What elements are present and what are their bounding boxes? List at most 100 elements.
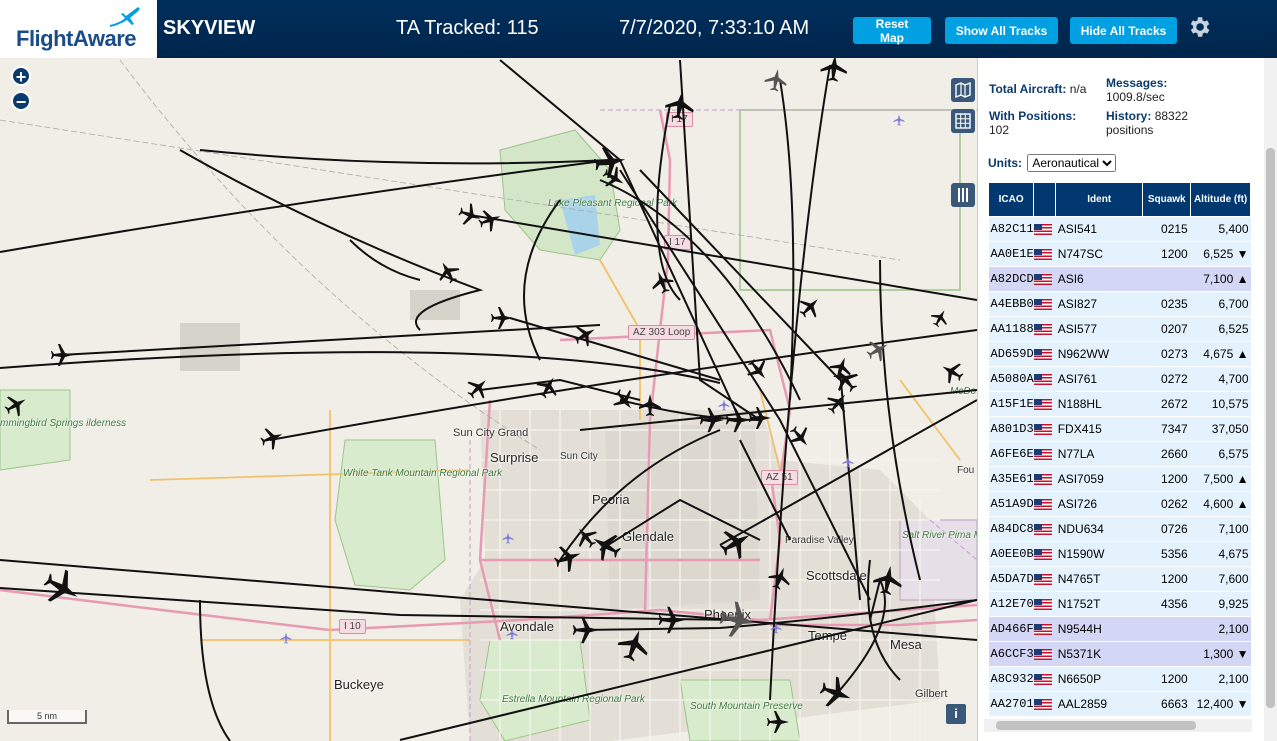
app-title: SKYVIEW <box>163 17 256 39</box>
col-flag[interactable] <box>1033 182 1057 217</box>
with-positions-stat: With Positions: 102 <box>989 109 1076 137</box>
zoom-in-button[interactable]: + <box>11 66 31 87</box>
col-icao[interactable]: ICAO <box>987 182 1035 217</box>
cell-icao: A6FE6E <box>988 441 1034 467</box>
col-altitude[interactable]: Altitude (ft) <box>1190 182 1251 217</box>
flightaware-logo[interactable]: FlightAware <box>0 0 157 58</box>
table-row[interactable]: AD466F N9544H 2,100 <box>988 616 1251 642</box>
cell-icao: A4EBB0 <box>988 291 1034 317</box>
us-flag-icon <box>1033 324 1052 336</box>
altitude-value: 7,100 <box>1203 272 1234 286</box>
altitude-value: 4,675 <box>1218 547 1249 561</box>
cell-flag <box>1033 441 1056 467</box>
zoom-out-button[interactable]: − <box>11 91 31 112</box>
cell-ident: ASI7059 <box>1055 466 1143 492</box>
cell-ident: N1752T <box>1055 591 1143 617</box>
cell-squawk: 0215 <box>1142 216 1191 242</box>
col-ident[interactable]: Ident <box>1055 182 1144 217</box>
us-flag-icon <box>1033 499 1052 511</box>
cell-icao: A0EE0B <box>988 541 1034 567</box>
hide-all-tracks-button[interactable]: Hide All Tracks <box>1070 17 1177 44</box>
with-positions-value: 102 <box>989 123 1010 137</box>
with-positions-label: With Positions: <box>989 109 1077 123</box>
grid-icon[interactable] <box>951 109 975 133</box>
cell-flag <box>1033 391 1056 417</box>
horizontal-scroll-thumb[interactable] <box>996 721 1196 730</box>
table-row[interactable]: AA0E1E N747SC 1200 6,525 ▼ <box>988 241 1251 267</box>
units-row: Units: Aeronautical <box>988 154 1117 172</box>
us-flag-icon <box>1033 274 1052 286</box>
cell-squawk: 1200 <box>1142 466 1191 492</box>
table-row[interactable]: A82DCD ASI6 7,100 ▲ <box>988 266 1251 292</box>
messages-label: Messages: <box>1106 76 1168 90</box>
us-flag-icon <box>1033 699 1052 711</box>
table-row[interactable]: AA2701 AAL2859 6663 12,400 ▼ <box>988 691 1251 717</box>
table-row[interactable]: A0EE0B N1590W 5356 4,675 <box>988 541 1251 567</box>
cell-ident: NDU634 <box>1055 516 1143 542</box>
altitude-value: 1,300 <box>1203 647 1234 661</box>
messages-stat: Messages: 1009.8/sec <box>1106 76 1167 104</box>
vertical-scroll-thumb[interactable] <box>1266 148 1275 708</box>
top-bar: FlightAware SKYVIEW TA Tracked: 115 7/7/… <box>0 0 1277 58</box>
cell-ident: N188HL <box>1055 391 1143 417</box>
table-row[interactable]: A6FE6E N77LA 2660 6,575 <box>988 441 1251 467</box>
cell-ident: N6650P <box>1055 666 1143 692</box>
tracked-count: TA Tracked: 115 <box>396 17 539 39</box>
aircraft-layer[interactable] <box>0 58 977 741</box>
table-row[interactable]: A51A9D ASI726 0262 4,600 ▲ <box>988 491 1251 517</box>
units-select[interactable]: Aeronautical <box>1027 154 1117 172</box>
table-row[interactable]: A35E61 ASI7059 1200 7,500 ▲ <box>988 466 1251 492</box>
table-row[interactable]: A4EBB0 ASI827 0235 6,700 <box>988 291 1251 317</box>
table-row[interactable]: A5080A ASI761 0272 4,700 <box>988 366 1251 392</box>
gear-icon[interactable] <box>1186 14 1212 40</box>
cell-flag <box>1033 666 1056 692</box>
table-row[interactable]: A82C11 ASI541 0215 5,400 <box>988 216 1251 242</box>
units-label: Units: <box>988 156 1022 170</box>
table-row[interactable]: A12E70 N1752T 4356 9,925 <box>988 591 1251 617</box>
table-row[interactable]: A5DA7D N4765T 1200 7,600 <box>988 566 1251 592</box>
vertical-scrollbar[interactable] <box>1264 58 1277 741</box>
table-row[interactable]: A15F1E N188HL 2672 10,575 <box>988 391 1251 417</box>
history-unit: positions <box>1106 123 1154 137</box>
us-flag-icon <box>1033 349 1052 361</box>
table-row[interactable]: AA1188 ASI577 0207 6,525 <box>988 316 1251 342</box>
altitude-value: 4,675 <box>1203 347 1234 361</box>
table-row[interactable]: AD659D N962WW 0273 4,675 ▲ <box>988 341 1251 367</box>
cell-ident: ASI726 <box>1055 491 1143 517</box>
cell-flag <box>1033 291 1056 317</box>
altitude-value: 7,500 <box>1203 472 1234 486</box>
cell-flag <box>1033 416 1056 442</box>
cell-squawk <box>1142 641 1191 667</box>
reset-map-button[interactable]: Reset Map <box>853 17 931 45</box>
altitude-value: 10,575 <box>1211 397 1249 411</box>
table-row[interactable]: A8C932 N6650P 1200 2,100 <box>988 666 1251 692</box>
table-row[interactable]: A6CCF3 N5371K 1,300 ▼ <box>988 641 1251 667</box>
columns-icon[interactable] <box>951 183 975 207</box>
cell-icao: A801D3 <box>988 416 1034 442</box>
table-row[interactable]: A801D3 FDX415 7347 37,050 <box>988 416 1251 442</box>
horizontal-scrollbar[interactable] <box>984 719 1252 732</box>
cell-squawk <box>1142 266 1191 292</box>
cell-ident: N5371K <box>1055 641 1143 667</box>
messages-value: 1009.8/sec <box>1106 90 1165 104</box>
us-flag-icon <box>1033 524 1052 536</box>
map-view[interactable]: Sun City Grand Surprise Sun City Peoria … <box>0 58 977 741</box>
map-layers-icon[interactable] <box>951 78 975 102</box>
cell-icao: A5DA7D <box>988 566 1034 592</box>
cell-ident: FDX415 <box>1055 416 1143 442</box>
cell-icao: A51A9D <box>988 491 1034 517</box>
show-all-tracks-button[interactable]: Show All Tracks <box>945 17 1058 44</box>
us-flag-icon <box>1033 574 1052 586</box>
table-row[interactable]: A84DC8 NDU634 0726 7,100 <box>988 516 1251 542</box>
cell-altitude: 12,400 ▼ <box>1190 691 1251 717</box>
cell-squawk: 2660 <box>1142 441 1191 467</box>
cell-ident: N4765T <box>1055 566 1143 592</box>
cell-ident: N9544H <box>1055 616 1143 642</box>
cell-squawk: 0273 <box>1142 341 1191 367</box>
grid-icon <box>955 113 971 129</box>
info-button[interactable]: i <box>946 704 966 724</box>
cell-altitude: 7,100 ▲ <box>1190 266 1251 292</box>
col-squawk[interactable]: Squawk <box>1142 182 1192 217</box>
logo-plane-icon <box>109 7 140 27</box>
cell-squawk: 0235 <box>1142 291 1191 317</box>
